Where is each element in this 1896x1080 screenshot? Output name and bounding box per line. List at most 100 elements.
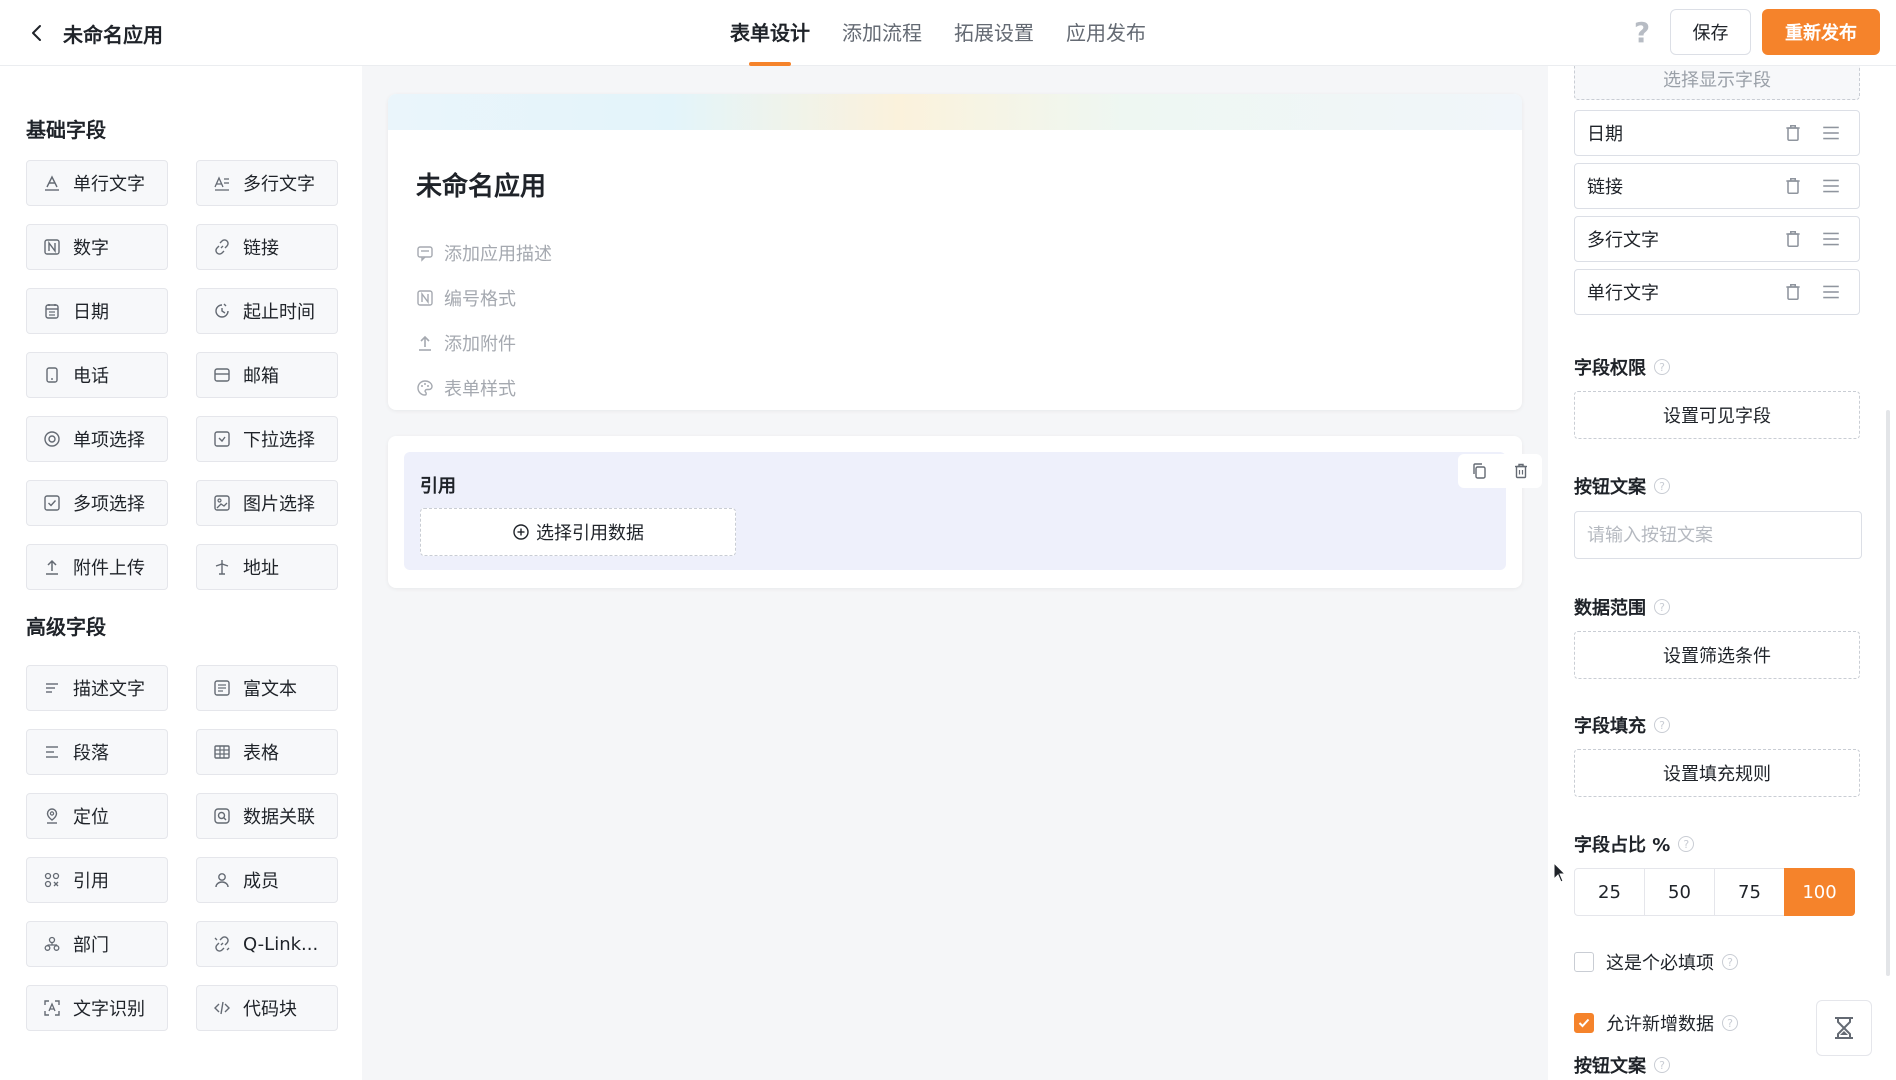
field-palette-item[interactable]: 富文本 <box>196 665 338 711</box>
field-label: 起止时间 <box>243 302 315 323</box>
drag-handle-icon[interactable] <box>1821 176 1841 196</box>
drag-handle-icon[interactable] <box>1821 229 1841 249</box>
question-icon[interactable]: ? <box>1722 954 1738 970</box>
question-icon[interactable]: ? <box>1654 478 1670 494</box>
field-palette-item[interactable]: 链接 <box>196 224 338 270</box>
field-palette-item[interactable]: 描述文字 <box>26 665 168 711</box>
copy-icon <box>1473 463 1486 479</box>
field-label: 定位 <box>73 807 109 828</box>
field-palette-item[interactable]: 单项选择 <box>26 416 168 462</box>
save-button[interactable]: 保存 <box>1670 9 1751 55</box>
question-icon[interactable]: ? <box>1654 359 1670 375</box>
field-icon-wrap <box>43 174 61 192</box>
field-palette-item[interactable]: 文字识别 <box>26 985 168 1031</box>
question-icon[interactable]: ? <box>1678 836 1695 852</box>
props-scrollbar[interactable] <box>1886 410 1890 976</box>
number-format-option[interactable]: 编号格式 <box>416 285 516 311</box>
allow-new-data-checkbox[interactable] <box>1574 1013 1594 1033</box>
field-palette-item[interactable]: 起止时间 <box>196 288 338 334</box>
field-palette-item[interactable]: 数据关联 <box>196 793 338 839</box>
field-palette-item[interactable]: 邮箱 <box>196 352 338 398</box>
field-icon-wrap <box>43 935 61 953</box>
field-palette-item[interactable]: 地址 <box>196 544 338 590</box>
set-visible-fields-button[interactable]: 设置可见字段 <box>1574 391 1860 439</box>
advanced-fields-title: 高级字段 <box>26 615 106 639</box>
question-icon[interactable]: ? <box>1654 1057 1670 1073</box>
question-icon[interactable]: ? <box>1722 1015 1738 1031</box>
history-button[interactable] <box>1816 1000 1872 1056</box>
trash-icon[interactable] <box>1783 176 1803 196</box>
top-header: 未命名应用 表单设计 添加流程 拓展设置 应用发布 ? 保存 重新发布 <box>0 0 1896 66</box>
form-style-option[interactable]: 表单样式 <box>416 375 516 401</box>
field-ratio-label: 字段占比 %? <box>1574 831 1695 857</box>
display-field-item[interactable]: 多行文字 <box>1574 216 1860 262</box>
field-icon-wrap <box>43 679 61 697</box>
field-palette-item[interactable]: 多项选择 <box>26 480 168 526</box>
palette-icon <box>417 380 433 396</box>
field-palette-item[interactable]: 引用 <box>26 857 168 903</box>
field-palette-item[interactable]: 单行文字 <box>26 160 168 206</box>
set-filter-conditions-button[interactable]: 设置筛选条件 <box>1574 631 1860 679</box>
field-palette-item[interactable]: 多行文字 <box>196 160 338 206</box>
field-palette-item[interactable]: 定位 <box>26 793 168 839</box>
time-range-icon <box>215 303 229 318</box>
field-icon-wrap <box>213 935 231 953</box>
tab-4[interactable]: 应用发布 <box>1066 0 1146 66</box>
set-fill-rules-button[interactable]: 设置填充规则 <box>1574 749 1860 797</box>
republish-button[interactable]: 重新发布 <box>1762 9 1880 55</box>
calendar-icon <box>45 304 59 319</box>
plus-circle-icon <box>513 524 529 540</box>
button-text-input[interactable] <box>1574 511 1862 559</box>
required-option[interactable]: 这是个必填项? <box>1574 949 1738 975</box>
tab-1[interactable]: 表单设计 <box>730 0 810 66</box>
field-palette-item[interactable]: 附件上传 <box>26 544 168 590</box>
reference-field-selected[interactable]: 引用 选择引用数据 <box>404 452 1542 570</box>
display-field-item[interactable]: 日期 <box>1574 110 1860 156</box>
select-display-fields-button[interactable]: 选择显示字段 <box>1574 66 1860 100</box>
field-palette-item[interactable]: 代码块 <box>196 985 338 1031</box>
add-attachment-option[interactable]: 添加附件 <box>416 330 516 356</box>
required-label: 这是个必填项 <box>1606 953 1714 974</box>
back-button[interactable] <box>22 18 52 48</box>
copy-field-button[interactable] <box>1464 456 1494 486</box>
tab-2[interactable]: 添加流程 <box>842 0 922 66</box>
field-palette-item[interactable]: 数字 <box>26 224 168 270</box>
field-icon-wrap <box>43 366 61 384</box>
trash-icon[interactable] <box>1783 123 1803 143</box>
allow-new-data-option[interactable]: 允许新增数据? <box>1574 1010 1738 1036</box>
number-icon <box>44 239 60 255</box>
reference-field-card[interactable]: 引用 选择引用数据 <box>388 436 1542 588</box>
help-icon[interactable]: ? <box>1627 16 1657 49</box>
ratio-option-50[interactable]: 50 <box>1644 868 1715 916</box>
display-field-label: 日期 <box>1587 124 1623 145</box>
ratio-option-75[interactable]: 75 <box>1714 868 1785 916</box>
drag-handle-icon[interactable] <box>1821 282 1841 302</box>
question-icon[interactable]: ? <box>1654 599 1670 615</box>
tab-3[interactable]: 拓展设置 <box>954 0 1034 66</box>
field-palette-item[interactable]: 日期 <box>26 288 168 334</box>
field-icon-wrap <box>213 366 231 384</box>
field-palette-item[interactable]: 表格 <box>196 729 338 775</box>
add-description-option[interactable]: 添加应用描述 <box>416 240 552 266</box>
select-reference-data-button[interactable]: 选择引用数据 <box>420 508 736 556</box>
field-palette-item[interactable]: 电话 <box>26 352 168 398</box>
delete-field-button[interactable] <box>1506 456 1536 486</box>
trash-icon[interactable] <box>1783 229 1803 249</box>
field-palette-item[interactable]: 下拉选择 <box>196 416 338 462</box>
trash-icon[interactable] <box>1783 282 1803 302</box>
display-field-item[interactable]: 链接 <box>1574 163 1860 209</box>
field-palette-item[interactable]: Q-Link... <box>196 921 338 967</box>
field-palette-item[interactable]: 图片选择 <box>196 480 338 526</box>
question-icon[interactable]: ? <box>1654 717 1670 733</box>
ratio-option-100[interactable]: 100 <box>1784 868 1855 916</box>
field-icon-wrap <box>43 430 61 448</box>
field-palette-item[interactable]: 成员 <box>196 857 338 903</box>
ratio-option-25[interactable]: 25 <box>1574 868 1645 916</box>
display-field-item[interactable]: 单行文字 <box>1574 269 1860 315</box>
required-checkbox[interactable] <box>1574 952 1594 972</box>
drag-handle-icon[interactable] <box>1821 123 1841 143</box>
field-palette-item[interactable]: 段落 <box>26 729 168 775</box>
button-text-text: 按钮文案 <box>1574 477 1646 498</box>
form-title[interactable]: 未命名应用 <box>416 166 546 203</box>
field-palette-item[interactable]: 部门 <box>26 921 168 967</box>
